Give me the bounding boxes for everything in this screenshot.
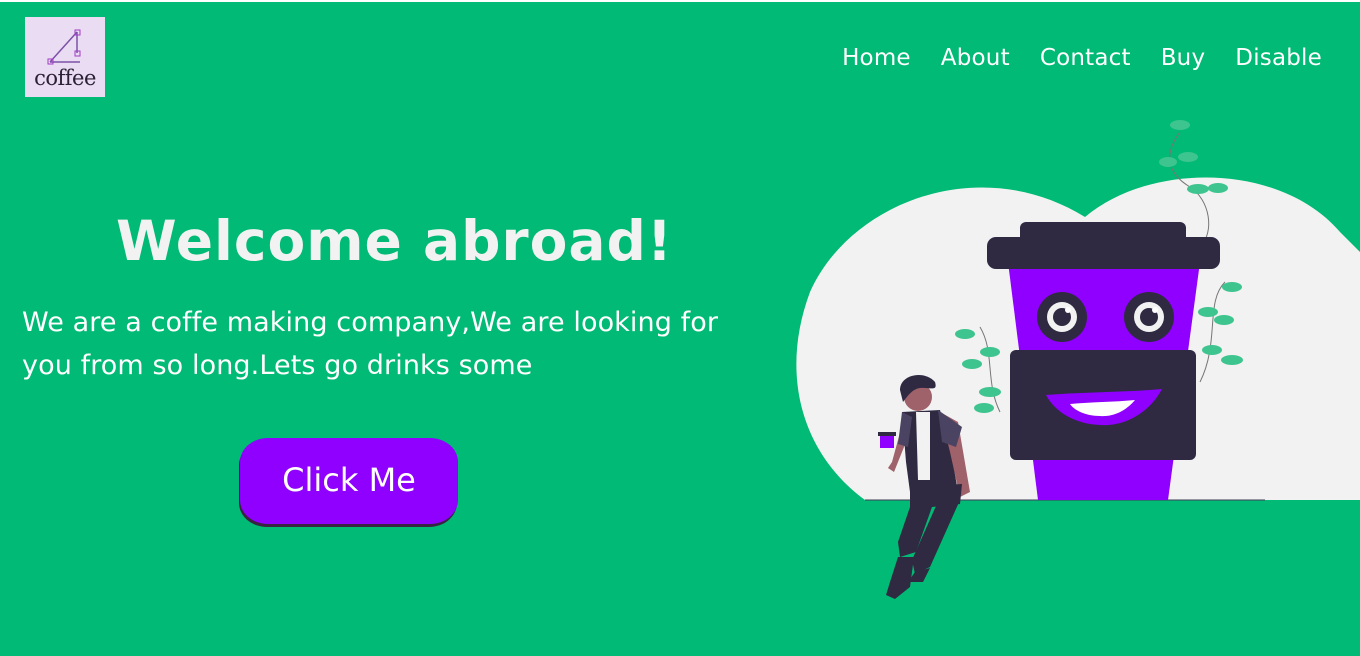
hero-title: Welcome abroad!: [116, 209, 673, 273]
nav-home[interactable]: Home: [842, 45, 911, 71]
click-me-button[interactable]: Click Me: [240, 438, 458, 524]
hero-description: We are a coffe making company,We are loo…: [22, 307, 719, 381]
small-cup: [880, 434, 894, 448]
brand-logo[interactable]: coffee: [25, 17, 105, 97]
landing-page: coffee Home About Contact Buy Disable We…: [0, 0, 1360, 656]
nav-buy[interactable]: Buy: [1161, 45, 1206, 71]
cup-lid: [987, 237, 1220, 269]
brand-name: coffee: [34, 66, 96, 90]
coffee-cup-illustration: [796, 120, 1360, 599]
nav-about[interactable]: About: [941, 45, 1010, 71]
main-nav: Home About Contact Buy Disable: [842, 45, 1322, 71]
nav-contact[interactable]: Contact: [1040, 45, 1131, 71]
nav-disable[interactable]: Disable: [1235, 45, 1322, 71]
